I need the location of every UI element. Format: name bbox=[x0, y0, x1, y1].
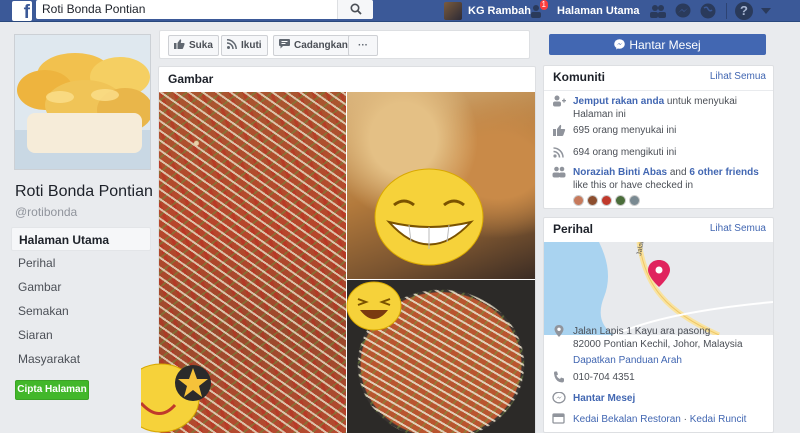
speech-bubble-icon bbox=[279, 39, 290, 52]
category-link-grocery[interactable]: Kedai Runcit bbox=[690, 414, 747, 425]
nav-item-photos[interactable]: Gambar bbox=[11, 275, 151, 299]
about-see-all-link[interactable]: Lihat Semua bbox=[710, 223, 766, 234]
category-tag-icon bbox=[552, 413, 565, 424]
profile-link[interactable]: KG Rambah bbox=[444, 0, 531, 21]
user-avatar bbox=[444, 1, 462, 20]
phone-row: 010-704 4351 bbox=[552, 371, 767, 384]
get-directions-link[interactable]: Dapatkan Panduan Arah bbox=[573, 354, 743, 367]
page-title[interactable]: Roti Bonda Pontian bbox=[15, 183, 153, 201]
notification-badge: 1 bbox=[539, 0, 548, 10]
top-navigation-bar: f Roti Bonda Pontian KG Rambah 1 Halaman… bbox=[0, 0, 800, 23]
account-menu-chevron-down-icon[interactable] bbox=[761, 8, 771, 14]
help-icon[interactable]: ? bbox=[735, 2, 753, 20]
send-message-label: Hantar Mesej bbox=[629, 37, 701, 52]
address-row: Jalan Lapis 1 Kayu ara pasong 82000 Pont… bbox=[552, 325, 767, 367]
community-see-all-link[interactable]: Lihat Semua bbox=[710, 71, 766, 82]
home-label: Halaman Utama bbox=[557, 4, 640, 17]
likes-count-row: 695 orang menyukai ini bbox=[552, 124, 767, 137]
rss-follow-icon bbox=[553, 147, 564, 158]
location-map[interactable]: Jalan bbox=[544, 242, 773, 335]
nav-item-posts[interactable]: Siaran bbox=[11, 323, 151, 347]
friends-icon bbox=[552, 166, 566, 178]
about-card: Perihal Lihat Semua Jalan Jalan Lapis 1 … bbox=[543, 217, 774, 433]
avatar[interactable] bbox=[573, 195, 584, 206]
page-action-bar: Suka Ikuti Cadangkan ··· bbox=[159, 30, 530, 59]
create-page-button[interactable]: Cipta Halaman bbox=[15, 380, 89, 400]
likes-count[interactable]: 695 orang menyukai ini bbox=[573, 124, 676, 137]
send-message-button[interactable]: Hantar Mesej bbox=[549, 34, 766, 55]
page-left-navigation: Halaman Utama Perihal Gambar Semakan Sia… bbox=[11, 227, 151, 371]
avatar[interactable] bbox=[587, 195, 598, 206]
follow-label: Ikuti bbox=[241, 40, 262, 51]
messenger-icon bbox=[552, 392, 566, 404]
friend-name-link[interactable]: Noraziah Binti Abas bbox=[573, 167, 667, 178]
top-icon-group: ? bbox=[649, 2, 771, 20]
category-link-restaurant-supply[interactable]: Kedai Bekalan Restoran bbox=[573, 414, 681, 425]
page-username[interactable]: @rotibonda bbox=[15, 205, 77, 219]
invite-people-icon bbox=[553, 95, 566, 107]
photos-section: Gambar bbox=[141, 66, 536, 433]
about-card-title: Perihal bbox=[553, 222, 594, 236]
search-bar[interactable]: Roti Bonda Pontian bbox=[36, 0, 373, 19]
share-button[interactable]: Cadangkan bbox=[273, 35, 354, 56]
follows-count: 694 orang mengikuti ini bbox=[573, 147, 677, 158]
messenger-icon bbox=[614, 39, 626, 50]
grinning-emoji-sticker bbox=[374, 168, 484, 266]
send-message-link[interactable]: Hantar Mesej bbox=[573, 392, 635, 405]
messenger-icon[interactable] bbox=[674, 2, 692, 20]
friend-and-text: and bbox=[667, 167, 690, 178]
invite-friends-link[interactable]: Jemput rakan anda bbox=[573, 96, 664, 107]
invite-friends-row: Jemput rakan anda untuk menyukai Halaman… bbox=[552, 95, 767, 121]
laughing-emoji-sticker bbox=[346, 281, 402, 331]
message-row: Hantar Mesej bbox=[552, 392, 767, 405]
avatar[interactable] bbox=[629, 195, 640, 206]
notifications-globe-icon[interactable] bbox=[699, 2, 717, 20]
share-label: Cadangkan bbox=[294, 40, 348, 51]
like-button[interactable]: Suka bbox=[168, 35, 219, 56]
friends-like-text: like this or have checked in bbox=[573, 180, 694, 191]
avatar[interactable] bbox=[601, 195, 612, 206]
nav-item-community[interactable]: Masyarakat bbox=[11, 347, 151, 371]
star-eyes-emoji-sticker bbox=[175, 365, 211, 401]
category-separator: · bbox=[680, 414, 690, 425]
follow-button[interactable]: Ikuti bbox=[221, 35, 268, 56]
avatar[interactable] bbox=[615, 195, 626, 206]
friends-like-row: Noraziah Binti Abas and 6 other friends … bbox=[552, 166, 767, 206]
topbar-divider bbox=[726, 3, 727, 19]
thumbs-up-icon bbox=[174, 39, 185, 52]
category-row: Kedai Bekalan Restoran · Kedai Runcit bbox=[552, 413, 767, 426]
follows-count-row: 694 orang mengikuti ini bbox=[552, 146, 767, 159]
nav-item-about[interactable]: Perihal bbox=[11, 251, 151, 275]
nav-item-reviews[interactable]: Semakan bbox=[11, 299, 151, 323]
home-icon: 1 bbox=[528, 0, 548, 19]
address-line-2: 82000 Pontian Kechil, Johor, Malaysia bbox=[573, 339, 743, 350]
phone-icon bbox=[554, 371, 564, 383]
address-line-1: Jalan Lapis 1 Kayu ara pasong bbox=[573, 326, 711, 337]
photos-section-title[interactable]: Gambar bbox=[168, 72, 213, 86]
rss-follow-icon bbox=[226, 39, 237, 52]
more-options-button[interactable]: ··· bbox=[348, 35, 378, 56]
search-input[interactable]: Roti Bonda Pontian bbox=[42, 2, 145, 16]
community-card: Komuniti Lihat Semua Jemput rakan anda u… bbox=[543, 65, 774, 209]
search-button[interactable] bbox=[337, 0, 373, 19]
card-divider bbox=[544, 90, 773, 91]
profile-name: KG Rambah bbox=[468, 4, 531, 17]
page-profile-picture[interactable] bbox=[14, 34, 151, 170]
like-label: Suka bbox=[189, 40, 213, 51]
community-card-title: Komuniti bbox=[553, 70, 605, 84]
map-pin-icon bbox=[554, 325, 564, 337]
friend-requests-icon[interactable] bbox=[649, 2, 667, 20]
other-friends-link[interactable]: 6 other friends bbox=[689, 167, 758, 178]
thumbs-up-icon bbox=[553, 124, 566, 136]
nav-item-home[interactable]: Halaman Utama bbox=[11, 227, 151, 251]
facebook-logo-icon[interactable]: f bbox=[12, 1, 32, 23]
friend-avatars bbox=[573, 195, 767, 206]
search-icon bbox=[350, 3, 362, 15]
phone-number: 010-704 4351 bbox=[573, 372, 635, 383]
home-link[interactable]: 1 Halaman Utama bbox=[528, 0, 640, 21]
